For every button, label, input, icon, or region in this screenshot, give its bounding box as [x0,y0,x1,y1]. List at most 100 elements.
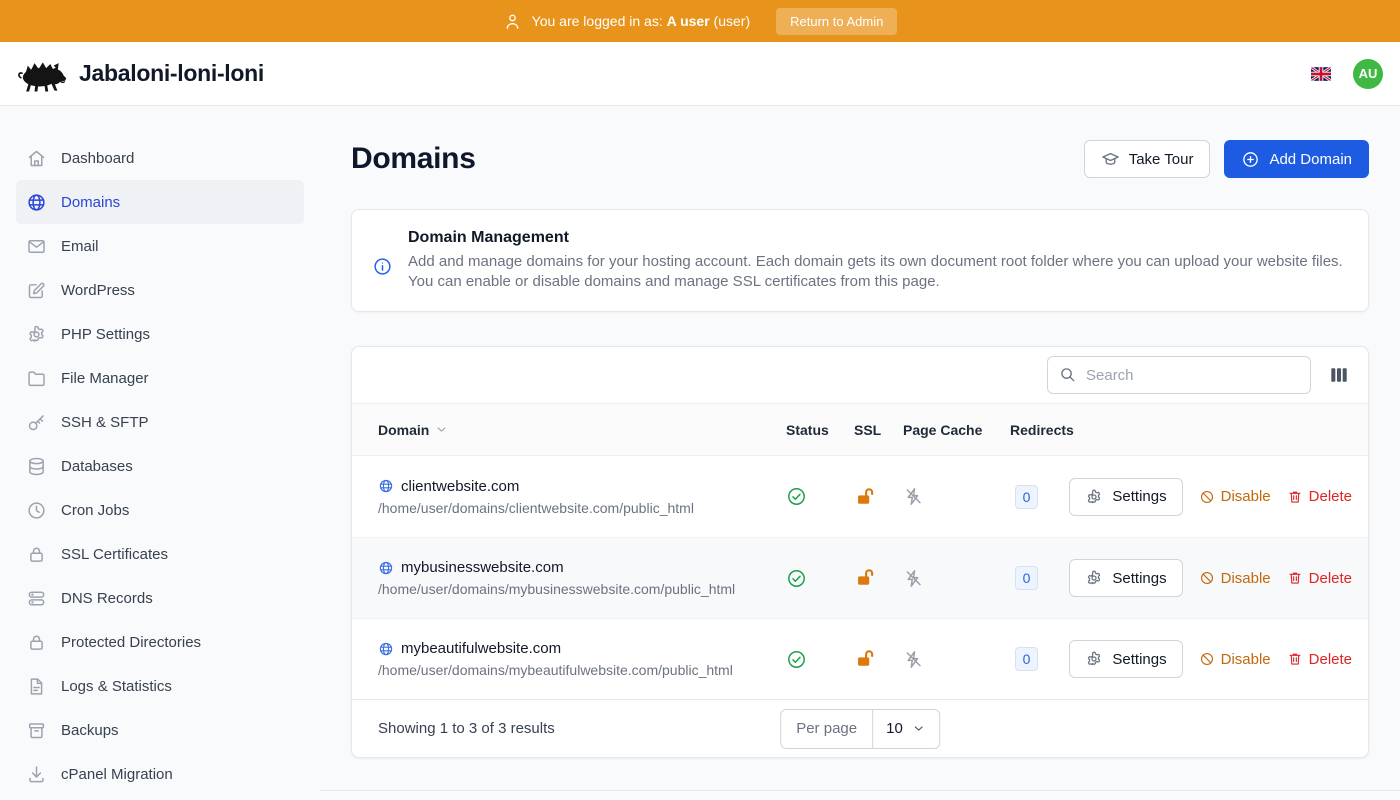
ssl-unlocked-icon[interactable] [854,486,876,508]
sidebar-item-domains[interactable]: Domains [16,180,304,224]
table-row: mybusinesswebsite.com /home/user/domains… [352,537,1368,618]
domain-document-root: /home/user/domains/clientwebsite.com/pub… [378,500,786,516]
settings-button[interactable]: Settings [1069,559,1182,597]
delete-button[interactable]: Delete [1287,570,1352,587]
per-page-select[interactable]: 10 [872,710,939,748]
bottom-divider [320,790,1400,791]
gear-icon [1085,650,1103,668]
page-cache-off-icon[interactable] [903,568,924,589]
chevron-down-icon [911,721,926,736]
gear-icon [1085,488,1103,506]
redirects-count-badge: 0 [1015,566,1038,590]
take-tour-button[interactable]: Take Tour [1084,140,1211,178]
disable-button[interactable]: Disable [1199,651,1271,668]
sidebar-item-label: File Manager [61,370,149,387]
impersonated-user-role: (user) [714,13,751,29]
sidebar-item-backups[interactable]: Backups [16,708,304,752]
trash-icon [1287,570,1303,586]
sidebar-item-label: DNS Records [61,590,153,607]
per-page-label: Per page [781,710,872,748]
search-input[interactable] [1047,356,1311,394]
impersonated-user-name: A user [667,13,710,29]
sidebar-item-ssl-certificates[interactable]: SSL Certificates [16,532,304,576]
ssl-unlocked-icon[interactable] [854,567,876,589]
info-card-description: Add and manage domains for your hosting … [408,252,1344,292]
sidebar-item-label: Backups [61,722,119,739]
impersonation-message: You are logged in as: A user (user) [532,13,750,29]
status-active-icon [786,649,807,670]
database-icon [26,456,47,477]
sidebar-item-protected-directories[interactable]: Protected Directories [16,620,304,664]
add-domain-button[interactable]: Add Domain [1224,140,1369,178]
mail-icon [26,236,47,257]
sidebar-item-logs-statistics[interactable]: Logs & Statistics [16,664,304,708]
domain-name: mybusinesswebsite.com [401,559,564,576]
person-icon [503,12,522,31]
column-header-domain[interactable]: Domain [378,422,786,438]
brand: Jabaloni-loni-loni [17,55,264,93]
redirects-count-badge: 0 [1015,485,1038,509]
lock-icon [26,632,47,653]
sidebar-item-email[interactable]: Email [16,224,304,268]
plus-circle-icon [1241,150,1260,169]
sidebar-item-dns-records[interactable]: DNS Records [16,576,304,620]
sidebar-item-cpanel-migration[interactable]: cPanel Migration [16,752,304,796]
sidebar-item-wordpress[interactable]: WordPress [16,268,304,312]
sidebar-item-label: WordPress [61,282,135,299]
status-active-icon [786,486,807,507]
delete-button[interactable]: Delete [1287,651,1352,668]
brand-name: Jabaloni-loni-loni [79,60,264,87]
gear-icon [1085,569,1103,587]
column-header-ssl: SSL [854,422,903,438]
sidebar-item-cron-jobs[interactable]: Cron Jobs [16,488,304,532]
sidebar-item-label: Protected Directories [61,634,201,651]
sidebar-item-dashboard[interactable]: Dashboard [16,136,304,180]
column-header-page-cache: Page Cache [903,422,1010,438]
page-cache-off-icon[interactable] [903,486,924,507]
main-content: Domains Take Tour Add Domain Domain Mana… [320,106,1400,800]
sidebar-item-php-settings[interactable]: PHP Settings [16,312,304,356]
page-cache-off-icon[interactable] [903,649,924,670]
clock-icon [26,500,47,521]
sidebar-item-label: Domains [61,194,120,211]
sidebar-item-databases[interactable]: Databases [16,444,304,488]
globe-icon [378,478,394,494]
user-avatar[interactable]: AU [1353,59,1383,89]
sidebar-item-ssh-sftp[interactable]: SSH & SFTP [16,400,304,444]
return-to-admin-button[interactable]: Return to Admin [776,8,897,35]
language-flag-icon[interactable] [1311,67,1331,81]
redirects-count-badge: 0 [1015,647,1038,671]
ban-icon [1199,651,1215,667]
search-box [1047,356,1311,394]
lock-icon [26,544,47,565]
table-header-row: Domain Status SSL Page Cache Redirects [352,403,1368,456]
delete-button[interactable]: Delete [1287,488,1352,505]
domains-table-card: Domain Status SSL Page Cache Redirects c… [351,346,1369,758]
page-title: Domains [351,142,476,176]
sidebar-item-label: SSH & SFTP [61,414,149,431]
domain-document-root: /home/user/domains/mybeautifulwebsite.co… [378,662,786,678]
info-card-title: Domain Management [408,229,1344,247]
sidebar-item-label: cPanel Migration [61,766,173,783]
sidebar-item-label: Cron Jobs [61,502,129,519]
sidebar-item-file-manager[interactable]: File Manager [16,356,304,400]
globe-icon [378,641,394,657]
download-icon [26,764,47,785]
disable-button[interactable]: Disable [1199,488,1271,505]
disable-button[interactable]: Disable [1199,570,1271,587]
globe-icon [26,192,47,213]
globe-icon [378,560,394,576]
domain-management-info-card: Domain Management Add and manage domains… [351,209,1369,312]
table-footer: Showing 1 to 3 of 3 results Per page 10 [352,699,1368,757]
settings-button[interactable]: Settings [1069,640,1182,678]
per-page-control: Per page 10 [780,709,940,749]
column-settings-button[interactable] [1328,364,1350,386]
settings-button[interactable]: Settings [1069,478,1182,516]
ssl-unlocked-icon[interactable] [854,648,876,670]
impersonation-banner: You are logged in as: A user (user) Retu… [0,0,1400,42]
domain-document-root: /home/user/domains/mybusinesswebsite.com… [378,581,786,597]
sidebar-item-label: Logs & Statistics [61,678,172,695]
sidebar: Dashboard Domains Email WordPress PHP Settin… [0,106,320,800]
trash-icon [1287,489,1303,505]
sort-chevron-icon [434,422,449,437]
